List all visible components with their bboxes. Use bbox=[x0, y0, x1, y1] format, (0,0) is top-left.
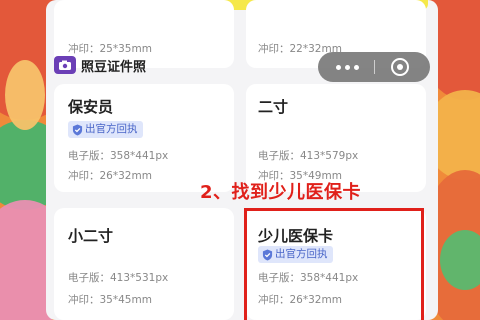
card-small-two-inch[interactable]: 小二寸 电子版：413*531px 冲印：35*45mm bbox=[54, 208, 234, 320]
badge-label: 出官方回执 bbox=[85, 123, 138, 135]
card-print-size: 冲印：26*32mm bbox=[68, 170, 152, 182]
shield-check-icon bbox=[72, 124, 83, 135]
card-digital-size: 电子版：413*531px bbox=[68, 272, 169, 284]
brand-header: 照豆证件照 bbox=[54, 54, 146, 76]
more-icon[interactable] bbox=[336, 65, 359, 70]
camera-icon bbox=[54, 56, 76, 74]
brand-name: 照豆证件照 bbox=[81, 59, 147, 75]
capsule-divider bbox=[374, 60, 375, 74]
card-title: 二寸 bbox=[258, 98, 289, 116]
card-digital-size: 电子版：358*441px bbox=[68, 150, 169, 162]
official-receipt-badge: 出官方回执 bbox=[68, 121, 143, 138]
close-circle-icon[interactable] bbox=[391, 58, 409, 76]
card-two-inch[interactable]: 二寸 电子版：413*579px 冲印：35*49mm bbox=[246, 84, 426, 192]
instruction-annotation: 2、找到少儿医保卡 bbox=[200, 182, 362, 203]
highlight-box bbox=[244, 208, 424, 320]
card-print-size: 冲印：35*45mm bbox=[68, 294, 152, 306]
card-title: 小二寸 bbox=[68, 227, 114, 245]
card-security-guard[interactable]: 保安员 出官方回执 电子版：358*441px 冲印：26*32mm bbox=[54, 84, 234, 192]
card-title: 保安员 bbox=[68, 98, 114, 116]
miniprogram-capsule[interactable] bbox=[318, 52, 430, 82]
card-digital-size: 电子版：413*579px bbox=[258, 150, 359, 162]
